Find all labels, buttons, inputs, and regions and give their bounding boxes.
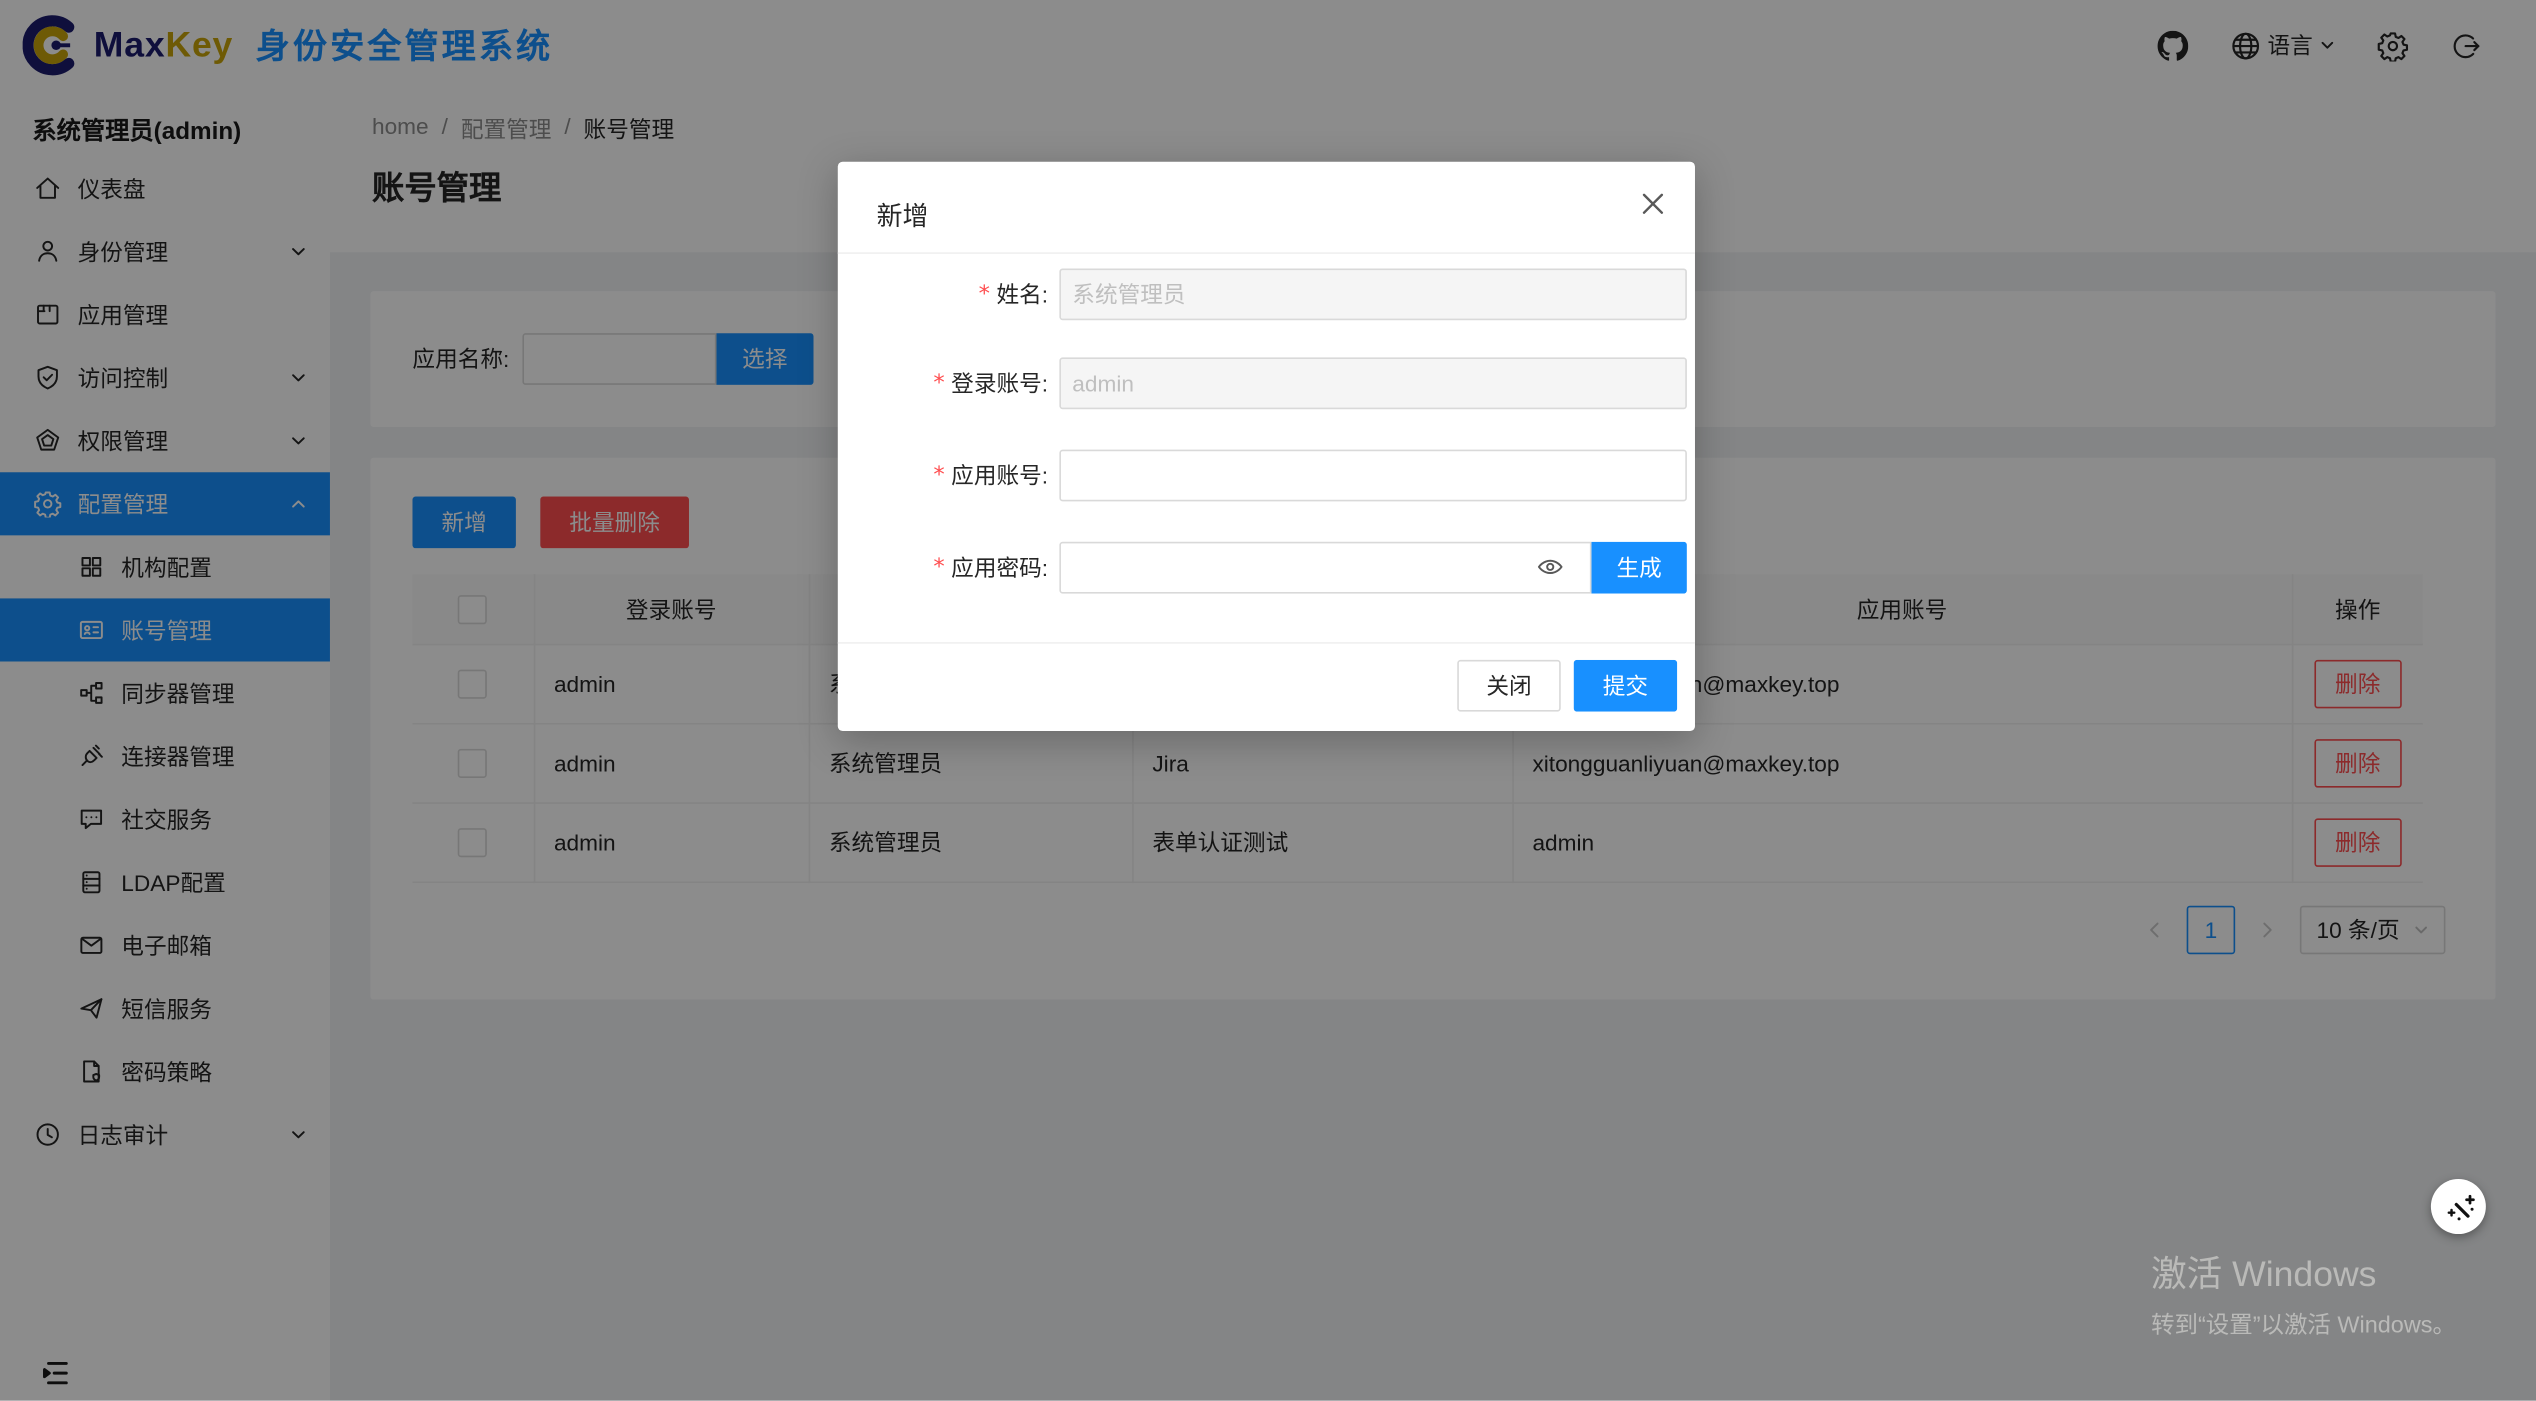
- generate-password-button[interactable]: 生成: [1591, 542, 1686, 594]
- modal-title: 新增: [877, 194, 929, 233]
- field-row-app-account: *应用账号:: [838, 450, 1695, 502]
- magic-wand-button[interactable]: [2431, 1179, 2486, 1234]
- app-password-label: *应用密码:: [933, 542, 1048, 594]
- eye-icon[interactable]: [1536, 553, 1563, 580]
- close-button[interactable]: 关闭: [1457, 660, 1561, 712]
- login-account-field[interactable]: [1059, 357, 1687, 409]
- name-label: *姓名:: [979, 268, 1048, 320]
- submit-button[interactable]: 提交: [1574, 660, 1678, 712]
- close-icon[interactable]: [1638, 189, 1667, 218]
- windows-activation-watermark: 激活 Windows 转到“设置”以激活 Windows。: [2151, 1245, 2456, 1340]
- field-row-name: *姓名:: [838, 268, 1695, 320]
- app-account-label: *应用账号:: [933, 450, 1048, 502]
- modal-footer-divider: [838, 642, 1695, 644]
- app-window: MaxKey 身份安全管理系统 语言: [0, 0, 2536, 1401]
- magic-wand-icon: [2441, 1189, 2477, 1225]
- login-label: *登录账号:: [933, 357, 1048, 409]
- modal-footer: 关闭 提交: [1457, 660, 1677, 712]
- app-password-field[interactable]: [1059, 542, 1591, 594]
- field-row-app-password: *应用密码: 生成: [838, 542, 1695, 594]
- modal-header-divider: [838, 252, 1695, 254]
- add-account-modal: 新增 *姓名: *登录账号: *应用账号: *应用密码: 生成 关闭 提交: [838, 162, 1695, 731]
- app-account-field[interactable]: [1059, 450, 1687, 502]
- field-row-login: *登录账号:: [838, 357, 1695, 409]
- name-field[interactable]: [1059, 268, 1687, 320]
